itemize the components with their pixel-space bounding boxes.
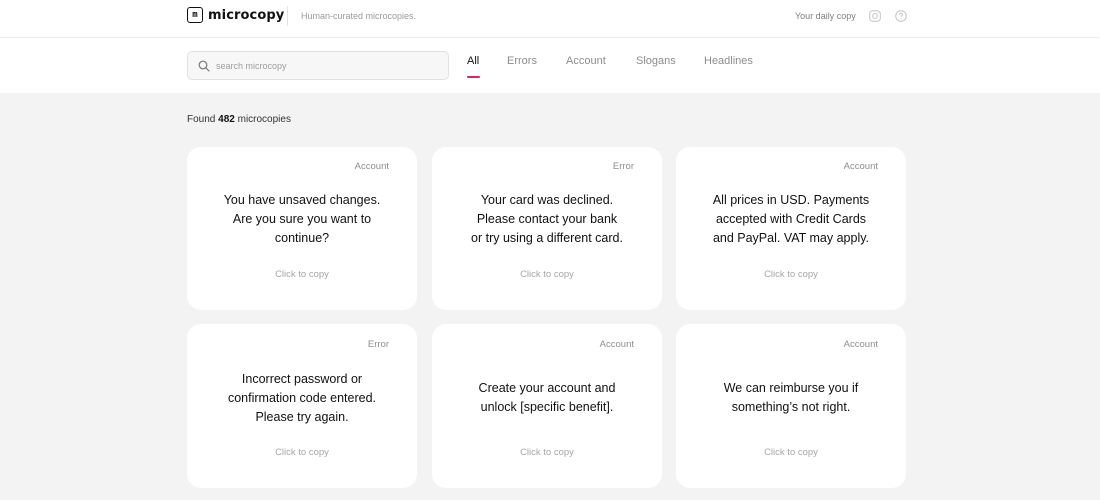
card-text-line: Your card was declined. — [480, 193, 614, 207]
microcopy-card[interactable]: Error Your card was declined. Please con… — [432, 147, 662, 310]
copy-action[interactable]: Click to copy — [432, 269, 662, 280]
tab-account[interactable]: Account — [566, 55, 606, 67]
card-text-line: Create your account and — [478, 381, 616, 395]
card-category: Account — [843, 339, 878, 350]
filter-bar: All Errors Account Slogans Headlines — [0, 38, 1100, 93]
copy-action[interactable]: Click to copy — [676, 447, 906, 458]
card-text-line: All prices in USD. Payments — [712, 193, 870, 207]
card-text: Your card was declined. Please contact y… — [446, 191, 648, 248]
card-category: Account — [599, 339, 634, 350]
card-text-line: and PayPal. VAT may apply. — [712, 231, 870, 245]
logo[interactable]: m microcopy — [187, 7, 284, 23]
logo-icon: m — [187, 7, 203, 23]
tagline: Human-curated microcopies. — [301, 11, 417, 21]
card-text-line: something’s not right. — [731, 400, 851, 414]
copy-action[interactable]: Click to copy — [676, 269, 906, 280]
daily-copy-link[interactable]: Your daily copy — [795, 11, 856, 21]
tab-all[interactable]: All — [467, 55, 479, 67]
card-category: Account — [354, 161, 389, 172]
card-text-line: Please contact your bank — [476, 212, 618, 226]
card-text-line: Are you sure you want to — [232, 212, 372, 226]
help-icon[interactable] — [895, 10, 907, 22]
tab-errors[interactable]: Errors — [507, 55, 537, 67]
search-box[interactable] — [187, 51, 449, 80]
search-input[interactable] — [216, 52, 441, 79]
card-text-line: or try using a different card. — [471, 231, 623, 245]
copy-action[interactable]: Click to copy — [187, 447, 417, 458]
microcopy-card[interactable]: Account We can reimburse you if somethin… — [676, 324, 906, 488]
results-number: 482 — [218, 114, 235, 125]
card-text-line: You have unsaved changes. — [223, 193, 381, 207]
results-count: Found 482 microcopies — [187, 114, 291, 125]
tab-slogans[interactable]: Slogans — [636, 55, 676, 67]
logo-glyph: m — [192, 9, 198, 20]
card-text-line: Incorrect password or — [241, 372, 363, 386]
card-category: Error — [367, 339, 389, 350]
card-text: Create your account and unlock [specific… — [446, 379, 648, 417]
card-text: All prices in USD. Payments accepted wit… — [690, 191, 892, 248]
card-text-line: unlock [specific benefit]. — [480, 400, 614, 414]
microcopy-card[interactable]: Account You have unsaved changes. Are yo… — [187, 147, 417, 310]
copy-action[interactable]: Click to copy — [432, 447, 662, 458]
microcopy-card[interactable]: Error Incorrect password or confirmation… — [187, 324, 417, 488]
card-text-line: confirmation code entered. — [227, 391, 376, 405]
active-tab-indicator — [467, 76, 480, 78]
microcopy-card[interactable]: Account All prices in USD. Payments acce… — [676, 147, 906, 310]
copy-action[interactable]: Click to copy — [187, 269, 417, 280]
header-divider — [287, 6, 288, 26]
card-text: Incorrect password or confirmation code … — [201, 370, 403, 427]
card-text-line: We can reimburse you if — [723, 381, 859, 395]
search-icon — [198, 60, 210, 72]
card-text: We can reimburse you if something’s not … — [690, 379, 892, 417]
top-header: m microcopy Human-curated microcopies. Y… — [0, 0, 1100, 38]
card-text-line: accepted with Credit Cards — [715, 212, 867, 226]
card-text: You have unsaved changes. Are you sure y… — [201, 191, 403, 248]
tab-headlines[interactable]: Headlines — [704, 55, 753, 67]
microcopy-card[interactable]: Account Create your account and unlock [… — [432, 324, 662, 488]
card-text-line: continue? — [274, 231, 330, 245]
logo-text: microcopy — [208, 7, 285, 23]
results-suffix: microcopies — [237, 114, 291, 125]
card-category: Error — [612, 161, 634, 172]
results-prefix: Found — [187, 114, 216, 125]
card-text-line: Please try again. — [255, 410, 349, 424]
card-category: Account — [843, 161, 878, 172]
instagram-icon[interactable] — [869, 10, 881, 22]
